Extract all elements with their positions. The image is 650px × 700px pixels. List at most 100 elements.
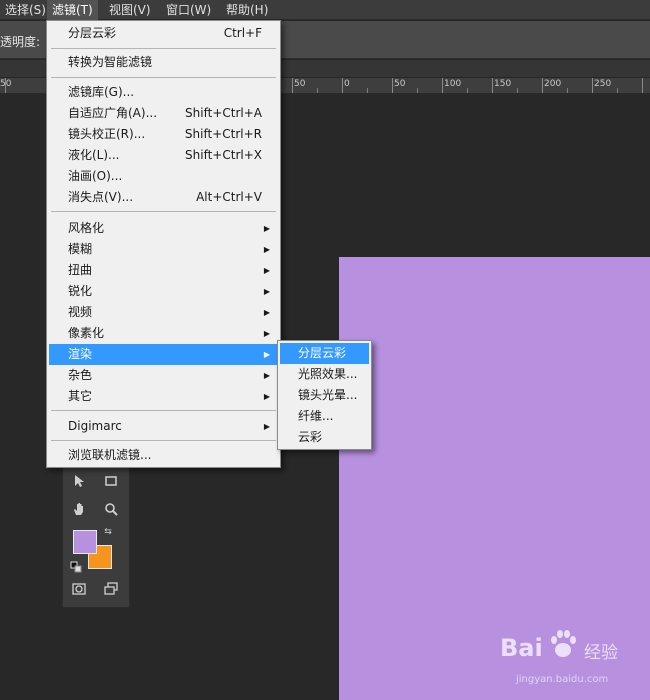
watermark-jingyan: 经验 — [584, 643, 618, 663]
menu-item-label: 渲染 — [68, 347, 93, 361]
opacity-label: 透明度: — [0, 35, 41, 49]
menu-item-label: 风格化 — [68, 221, 105, 235]
ruler-minor-tick — [617, 88, 618, 93]
menu-item-video[interactable]: 视频 ▶ — [49, 302, 278, 323]
menu-item-distort[interactable]: 扭曲 ▶ — [49, 260, 278, 281]
menu-item-label: 自适应广角(A)... — [68, 106, 158, 120]
menu-item-label: 浏览联机滤镜... — [68, 448, 152, 462]
menu-item-stylize[interactable]: 风格化 ▶ — [49, 218, 278, 239]
menu-bar: 选择(S) 滤镜(T) 视图(V) 窗口(W) 帮助(H) — [0, 0, 650, 20]
menu-item-render[interactable]: 渲染 ▶ — [49, 344, 278, 365]
menu-item-label: 镜头校正(R)... — [68, 127, 146, 141]
ruler-tick — [592, 78, 593, 93]
menu-item-label: Digimarc — [68, 419, 122, 433]
ruler-tick — [542, 78, 543, 93]
render-submenu: 分层云彩 光照效果... 镜头光晕... 纤维... 云彩 — [277, 340, 372, 450]
move-tool-icon[interactable] — [69, 473, 89, 493]
ruler-label: 50 — [294, 79, 306, 89]
submenu-arrow-icon: ▶ — [263, 245, 270, 254]
paw-icon — [551, 630, 576, 657]
menu-separator — [51, 211, 276, 212]
menu-item-vanishing-point[interactable]: 消失点(V)... Alt+Ctrl+V — [49, 187, 278, 208]
submenu-arrow-icon: ▶ — [263, 350, 270, 359]
quick-mask-icon[interactable] — [69, 581, 89, 601]
menu-item-shortcut: Ctrl+F — [223, 26, 262, 40]
menu-help[interactable]: 帮助(H) — [221, 0, 273, 20]
menu-item-digimarc[interactable]: Digimarc ▶ — [49, 416, 278, 437]
menu-item-shortcut: Alt+Ctrl+V — [196, 190, 262, 204]
submenu-arrow-icon: ▶ — [263, 392, 270, 401]
ruler-label: 150 — [494, 79, 512, 89]
ruler-minor-tick — [517, 88, 518, 93]
menu-separator — [51, 410, 276, 411]
tools-panel: ⇆ — [62, 466, 130, 608]
menu-filter[interactable]: 滤镜(T) — [47, 0, 98, 20]
menu-item-blur[interactable]: 模糊 ▶ — [49, 239, 278, 260]
submenu-item-lens-flare[interactable]: 镜头光晕... — [280, 385, 369, 406]
menu-item-pixelate[interactable]: 像素化 ▶ — [49, 323, 278, 344]
swap-colors-icon[interactable]: ⇆ — [101, 525, 115, 539]
ruler-tick — [292, 78, 293, 93]
menu-item-noise[interactable]: 杂色 ▶ — [49, 365, 278, 386]
menu-select[interactable]: 选择(S) — [0, 0, 51, 20]
ruler-label: 50 — [394, 79, 406, 89]
menu-item-label: 像素化 — [68, 326, 105, 340]
submenu-item-lighting-effects[interactable]: 光照效果... — [280, 364, 369, 385]
default-colors-icon[interactable] — [69, 559, 83, 573]
ruler-tick — [342, 78, 343, 93]
menu-item-last-filter[interactable]: 分层云彩 Ctrl+F — [49, 23, 278, 44]
menu-item-other[interactable]: 其它 ▶ — [49, 386, 278, 407]
menu-item-label: 视频 — [68, 305, 93, 319]
ruler-minor-tick — [367, 88, 368, 93]
submenu-item-difference-clouds[interactable]: 分层云彩 — [280, 343, 369, 364]
menu-item-label: 杂色 — [68, 368, 93, 382]
menu-item-lens-correction[interactable]: 镜头校正(R)... Shift+Ctrl+R — [49, 124, 278, 145]
ruler-minor-tick — [467, 88, 468, 93]
menu-item-shortcut: Shift+Ctrl+R — [184, 127, 262, 141]
submenu-arrow-icon: ▶ — [263, 422, 270, 431]
watermark-url: jingyan.baidu.com — [516, 674, 609, 685]
menu-separator — [51, 77, 276, 78]
ruler-tick — [392, 78, 393, 93]
menu-item-label: 滤镜库(G)... — [68, 85, 135, 99]
menu-item-adaptive-wide-angle[interactable]: 自适应广角(A)... Shift+Ctrl+A — [49, 103, 278, 124]
foreground-color-swatch[interactable] — [73, 530, 97, 554]
submenu-item-fibers[interactable]: 纤维... — [280, 406, 369, 427]
menu-item-label: 油画(O)... — [68, 169, 123, 183]
menu-item-liquify[interactable]: 液化(L)... Shift+Ctrl+X — [49, 145, 278, 166]
menu-item-browse-filters-online[interactable]: 浏览联机滤镜... — [49, 445, 278, 466]
submenu-arrow-icon: ▶ — [263, 287, 270, 296]
menu-window[interactable]: 窗口(W) — [161, 0, 216, 20]
menu-item-label: 转换为智能滤镜 — [68, 55, 153, 69]
menu-item-label: 消失点(V)... — [68, 190, 134, 204]
menu-item-oil-paint[interactable]: 油画(O)... — [49, 166, 278, 187]
menu-item-label: 其它 — [68, 389, 93, 403]
screen-mode-icon[interactable] — [101, 581, 121, 601]
ruler-tick — [642, 78, 643, 93]
menu-item-shortcut: Shift+Ctrl+A — [185, 106, 262, 120]
menu-item-label: 分层云彩 — [68, 26, 117, 40]
menu-view[interactable]: 视图(V) — [104, 0, 156, 20]
menu-item-filter-gallery[interactable]: 滤镜库(G)... — [49, 82, 278, 103]
submenu-arrow-icon: ▶ — [263, 371, 270, 380]
baidu-jingyan-watermark: Bai 经验 jingyan.baidu.com — [500, 628, 640, 690]
menu-separator — [51, 48, 276, 49]
ruler-label: 100 — [444, 79, 462, 89]
ruler-minor-tick — [567, 88, 568, 93]
ruler-minor-tick — [317, 88, 318, 93]
menu-item-shortcut: Shift+Ctrl+X — [185, 148, 262, 162]
submenu-item-clouds[interactable]: 云彩 — [280, 427, 369, 448]
ruler-label: 200 — [544, 79, 562, 89]
menu-separator — [51, 440, 276, 441]
hand-tool-icon[interactable] — [69, 501, 89, 521]
marquee-tool-icon[interactable] — [101, 473, 121, 493]
watermark-logo: Bai — [500, 634, 543, 662]
submenu-arrow-icon: ▶ — [263, 266, 270, 275]
menu-item-label: 扭曲 — [68, 263, 93, 277]
zoom-tool-icon[interactable] — [101, 501, 121, 521]
menu-item-convert-smart-filter[interactable]: 转换为智能滤镜 — [49, 52, 278, 73]
menu-item-label: 液化(L)... — [68, 148, 120, 162]
menu-item-sharpen[interactable]: 锐化 ▶ — [49, 281, 278, 302]
filter-menu: 分层云彩 Ctrl+F 转换为智能滤镜 滤镜库(G)... 自适应广角(A)...… — [46, 20, 281, 468]
ruler-tick — [442, 78, 443, 93]
